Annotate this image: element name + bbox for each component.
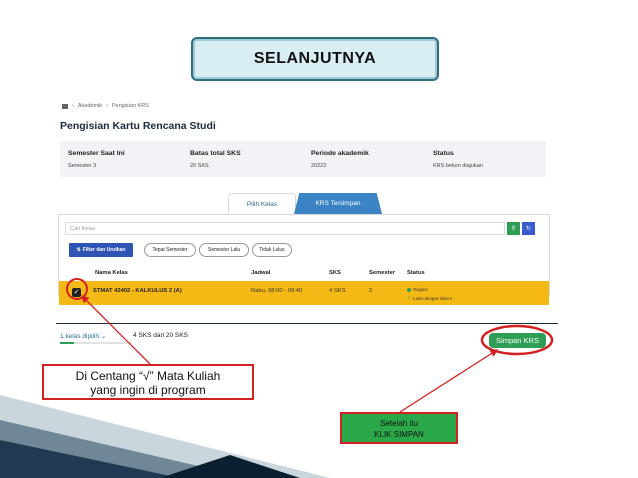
arrow-to-checkbox — [81, 295, 151, 365]
arrow-to-simpan — [399, 349, 499, 413]
simpan-highlight-circle — [480, 324, 554, 356]
checkbox-highlight-circle — [66, 278, 88, 300]
annotation-arrows — [66, 278, 554, 413]
